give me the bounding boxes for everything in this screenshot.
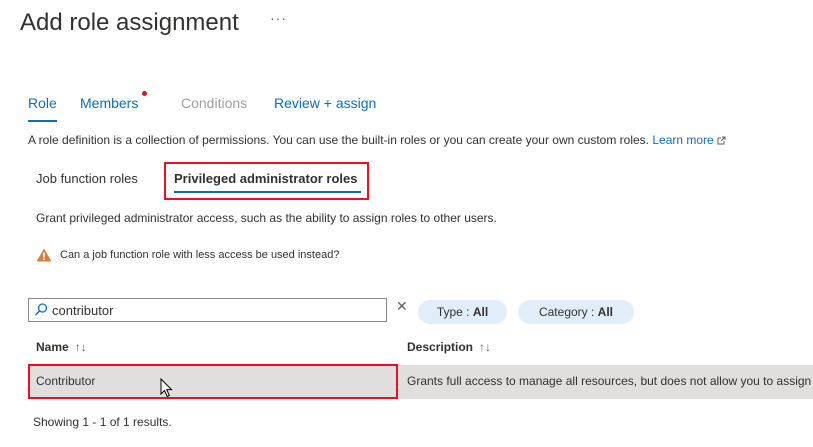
tab-conditions: Conditions xyxy=(181,95,248,111)
clear-icon[interactable]: ✕ xyxy=(396,298,408,315)
column-header-name[interactable]: Name ↑↓ xyxy=(36,340,87,354)
filter-type-pill[interactable]: Type : All xyxy=(418,300,507,324)
search-input[interactable] xyxy=(52,300,372,320)
members-indicator-dot xyxy=(142,91,147,96)
learn-more-link[interactable]: Learn more xyxy=(652,133,726,147)
tab-privileged-administrator-roles[interactable]: Privileged administrator roles xyxy=(174,171,358,186)
search-icon xyxy=(34,303,48,316)
tab-job-function-roles[interactable]: Job function roles xyxy=(36,171,138,186)
warning-text: Can a job function role with less access… xyxy=(60,249,340,261)
highlight-box-contributor-row xyxy=(28,364,398,399)
privileged-tab-underline xyxy=(174,191,361,193)
sort-icon[interactable]: ↑↓ xyxy=(479,340,491,354)
external-link-icon xyxy=(717,136,726,145)
mouse-cursor-icon xyxy=(160,378,173,398)
privileged-description: Grant privileged administrator access, s… xyxy=(36,211,497,225)
tab-role-underline xyxy=(28,120,57,122)
tab-role[interactable]: Role xyxy=(28,93,57,113)
tab-members[interactable]: Members xyxy=(80,93,138,113)
results-count: Showing 1 - 1 of 1 results. xyxy=(33,415,172,429)
warning-icon xyxy=(36,248,52,262)
filter-category-pill[interactable]: Category : All xyxy=(518,300,634,324)
role-description-text: A role definition is a collection of per… xyxy=(28,133,649,147)
tab-review-assign[interactable]: Review + assign xyxy=(274,93,376,113)
role-description: A role definition is a collection of per… xyxy=(28,132,726,148)
sort-icon[interactable]: ↑↓ xyxy=(75,340,87,354)
more-icon[interactable]: ··· xyxy=(270,10,287,26)
page-title: Add role assignment xyxy=(20,9,239,36)
column-header-description[interactable]: Description ↑↓ xyxy=(407,340,491,354)
table-cell-description: Grants full access to manage all resourc… xyxy=(407,374,813,388)
